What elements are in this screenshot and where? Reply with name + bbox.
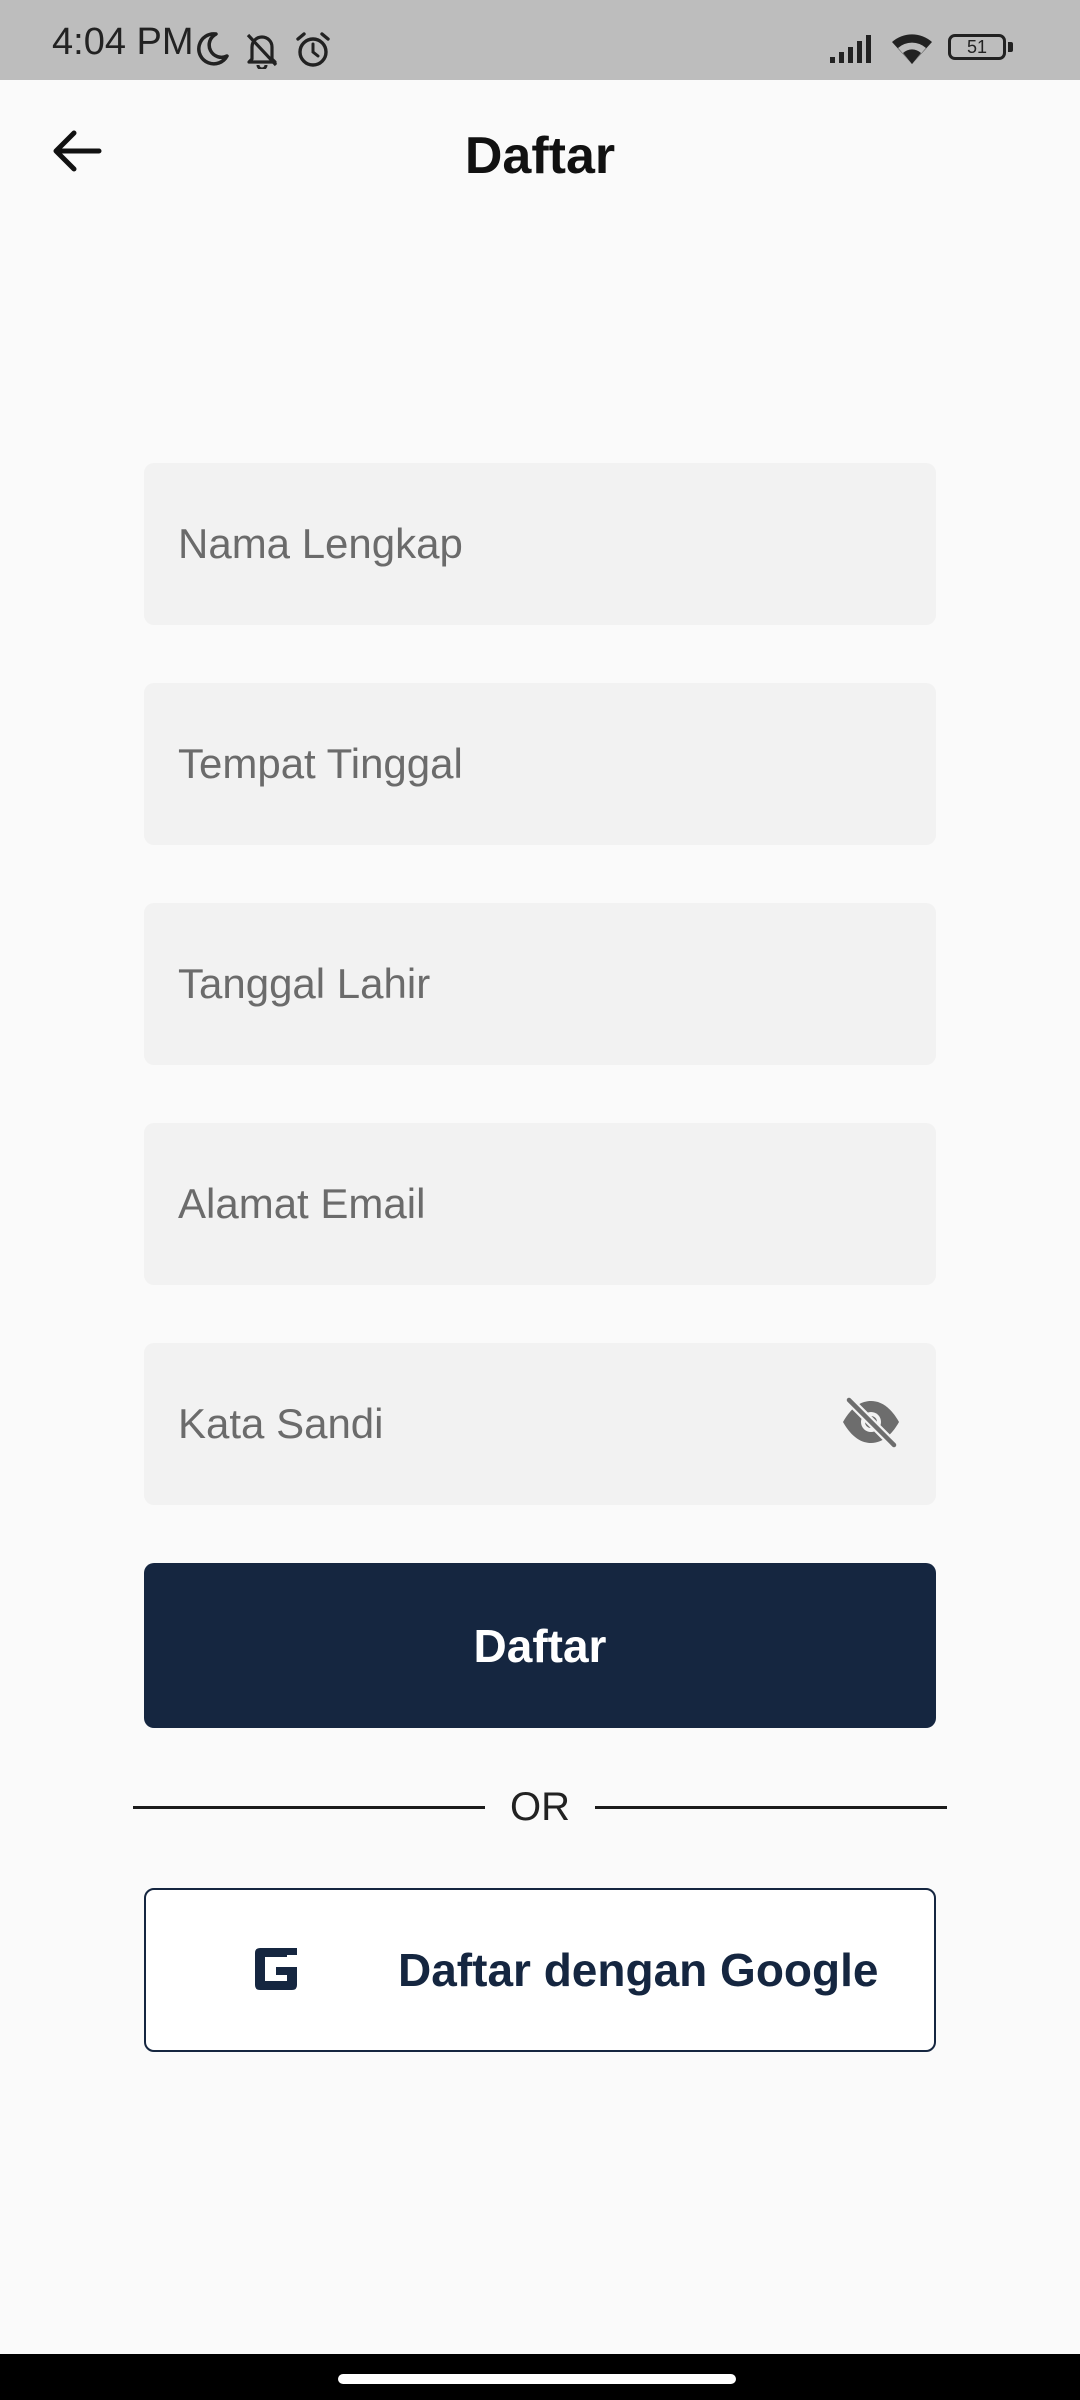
divider-line-left: [133, 1806, 485, 1809]
status-bar: 4:04 PM 51: [0, 0, 1080, 80]
status-icons-right: 51: [828, 32, 1014, 66]
residence-field: [144, 683, 936, 845]
alarm-icon: [294, 31, 332, 69]
divider-line-right: [595, 1806, 947, 1809]
google-register-button[interactable]: Daftar dengan Google: [144, 1888, 936, 2052]
full-name-input[interactable]: [144, 463, 936, 625]
eye-off-icon: [840, 1395, 902, 1453]
wifi-icon: [890, 32, 934, 66]
divider-label: OR: [510, 1785, 570, 1829]
password-visibility-toggle[interactable]: [840, 1395, 902, 1453]
page-title: Daftar: [464, 127, 616, 185]
navigation-bar: [0, 2354, 1080, 2400]
battery-level: 51: [948, 34, 1006, 60]
home-indicator[interactable]: [338, 2374, 736, 2384]
residence-input[interactable]: [144, 683, 936, 845]
bell-off-icon: [244, 31, 280, 69]
moon-icon: [196, 31, 230, 69]
birth-date-input[interactable]: [144, 903, 936, 1065]
battery-icon: 51: [948, 34, 1014, 64]
password-field: [144, 1343, 936, 1505]
full-name-field: [144, 463, 936, 625]
email-field: [144, 1123, 936, 1285]
google-g-icon: [252, 1942, 302, 1996]
register-button[interactable]: Daftar: [144, 1563, 936, 1728]
status-icons-left: [196, 31, 332, 69]
google-register-label: Daftar dengan Google: [398, 1944, 879, 1996]
email-input[interactable]: [144, 1123, 936, 1285]
status-time: 4:04 PM: [52, 21, 194, 63]
signal-icon: [828, 33, 876, 65]
password-input[interactable]: [144, 1343, 936, 1505]
birth-date-field: [144, 903, 936, 1065]
